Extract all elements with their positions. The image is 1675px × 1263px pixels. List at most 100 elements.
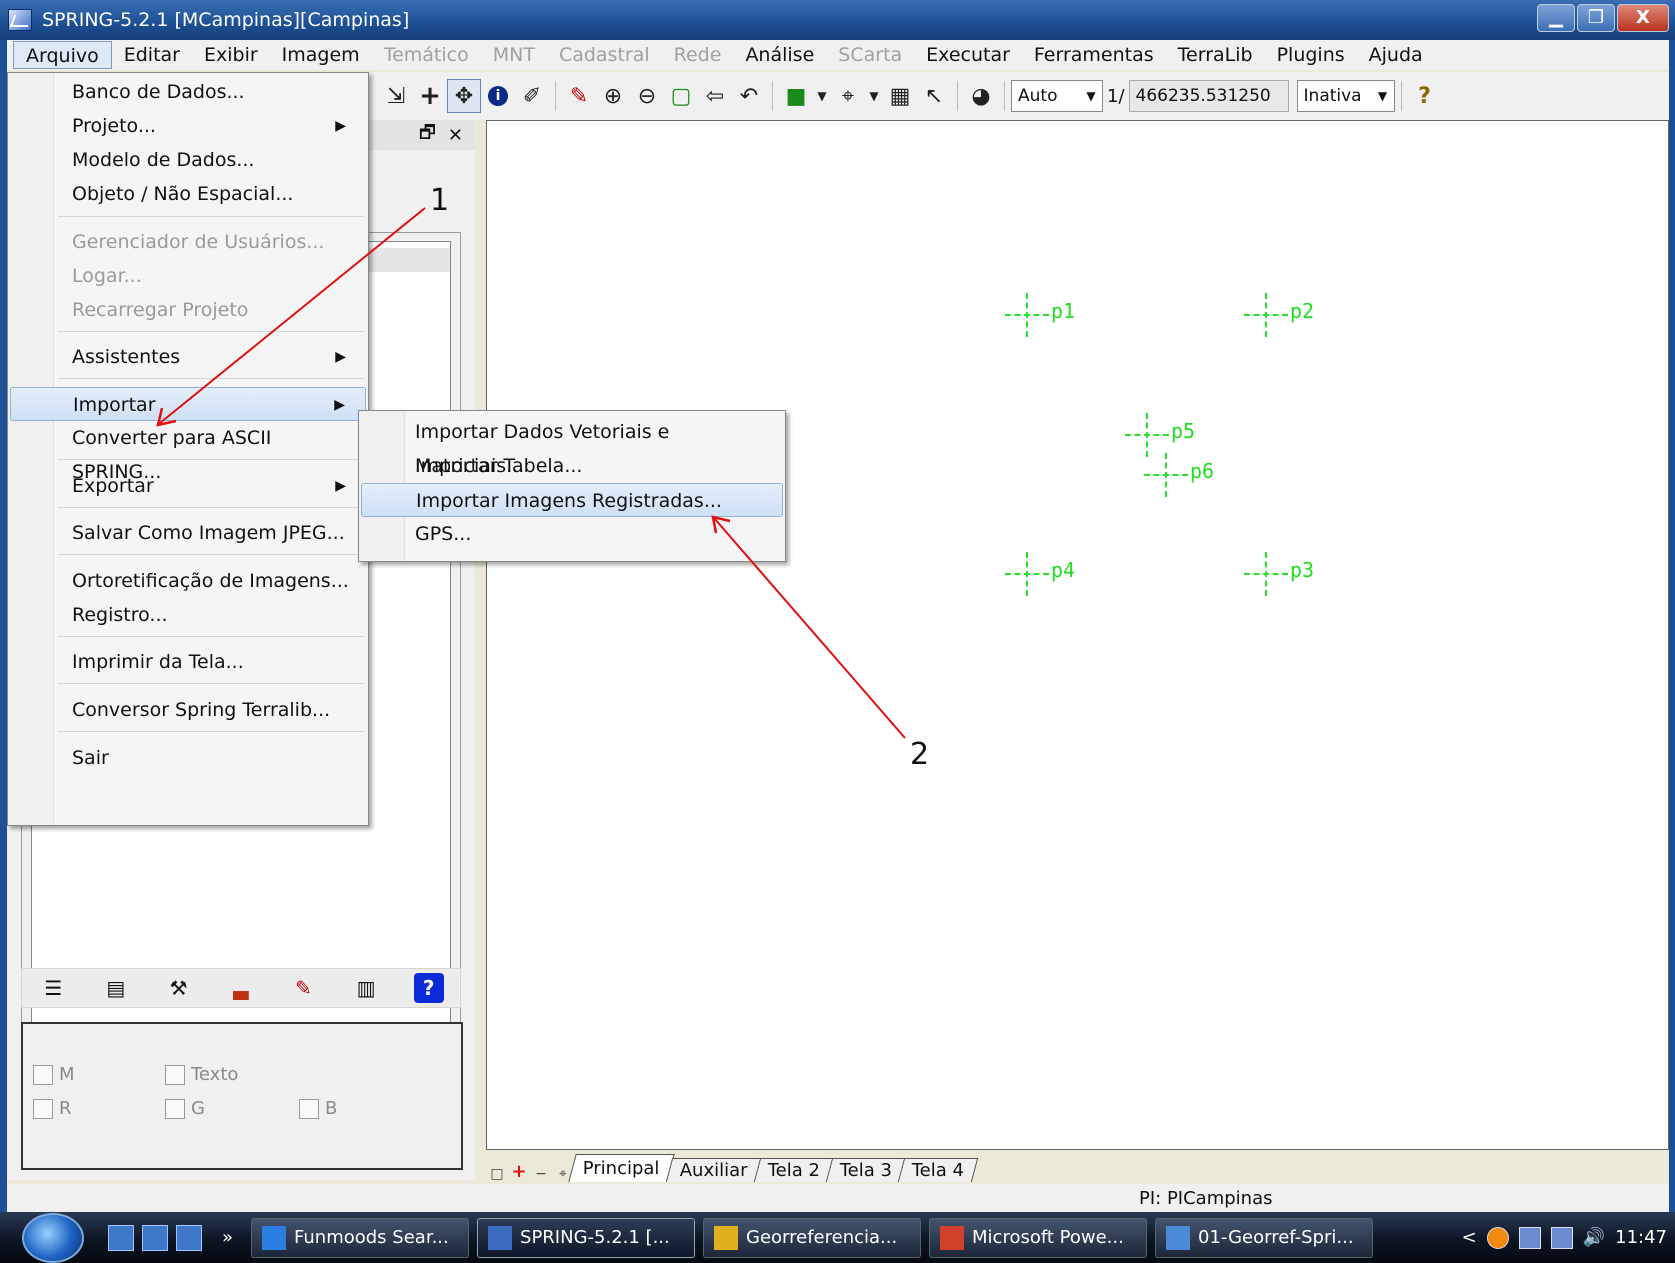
menu-executar[interactable]: Executar xyxy=(914,41,1022,69)
taskbar-button[interactable]: 01-Georref-Spri... xyxy=(1155,1217,1374,1258)
scale-field[interactable]: 466235.531250 xyxy=(1128,80,1289,112)
arquivo-menu-item[interactable]: Salvar Como Imagem JPEG... xyxy=(10,516,366,550)
menu-imagem[interactable]: Imagem xyxy=(270,41,372,69)
menu-plugins[interactable]: Plugins xyxy=(1265,41,1357,69)
add-tab-icon[interactable]: + xyxy=(508,1161,530,1182)
layers-icon[interactable]: ■ xyxy=(779,79,813,113)
taskbar-button[interactable]: SPRING-5.2.1 [... xyxy=(477,1217,696,1258)
pencil-icon[interactable]: ✎ xyxy=(289,973,319,1003)
channel-g-checkbox[interactable]: G xyxy=(165,1098,205,1119)
minimize-button[interactable]: ▁ xyxy=(1537,4,1575,32)
previous-view-icon[interactable]: ⇦ xyxy=(698,79,732,113)
importar-submenu-item[interactable]: Importar Tabela... xyxy=(361,449,783,483)
menu-arquivo[interactable]: Arquivo xyxy=(13,41,112,69)
arquivo-menu-item[interactable]: Projeto... ▶ xyxy=(10,109,366,143)
menu-analise[interactable]: Análise xyxy=(733,41,826,69)
menu-rede[interactable]: Rede xyxy=(662,41,734,69)
menu-tematico[interactable]: Temático xyxy=(372,41,481,69)
cursor-dropdown-icon[interactable]: ▼ xyxy=(865,79,883,113)
tab-tela-3[interactable]: Tela 3 xyxy=(825,1158,907,1182)
menu-exibir[interactable]: Exibir xyxy=(192,41,270,69)
importar-submenu-item[interactable]: Importar Dados Vetoriais e Matriciais... xyxy=(361,415,783,477)
arquivo-menu-item[interactable]: Imprimir da Tela... xyxy=(10,645,366,679)
importar-submenu-item[interactable]: Importar Imagens Registradas... xyxy=(361,483,783,517)
start-button[interactable] xyxy=(22,1212,84,1263)
switch-windows-icon[interactable] xyxy=(142,1224,168,1251)
checkbox-box[interactable] xyxy=(299,1098,319,1119)
control-point[interactable]: p4 xyxy=(1005,552,1075,596)
tray-expand-icon[interactable]: < xyxy=(1462,1227,1477,1248)
arquivo-menu-item[interactable]: Banco de Dados... xyxy=(10,75,366,109)
menu-terralib[interactable]: TerraLib xyxy=(1166,41,1265,69)
menu-scarta[interactable]: SCarta xyxy=(826,41,914,69)
tag-icon[interactable]: ✐ xyxy=(515,79,549,113)
tray-app-icon[interactable] xyxy=(1486,1226,1509,1249)
map-canvas[interactable]: p1 p2 p5 p6 p4 p3 xyxy=(486,120,1669,1150)
arquivo-menu-item[interactable]: Converter para ASCII SPRING... xyxy=(10,421,366,483)
remove-tab-icon[interactable]: − xyxy=(530,1166,552,1182)
arquivo-menu-item[interactable]: Sair xyxy=(10,741,366,775)
control-point[interactable]: p6 xyxy=(1144,453,1214,497)
zoom-in-icon[interactable]: ⊕ xyxy=(596,79,630,113)
checkbox-box[interactable] xyxy=(165,1064,185,1085)
table-icon[interactable]: ▤ xyxy=(101,973,131,1003)
media-player-icon[interactable] xyxy=(176,1224,202,1251)
channel-r-checkbox[interactable]: R xyxy=(33,1098,72,1119)
checkbox-box[interactable] xyxy=(165,1098,185,1119)
window-titlebar[interactable]: SPRING-5.2.1 [MCampinas][Campinas] ▁ ❐ X xyxy=(0,0,1675,40)
checkbox-box[interactable] xyxy=(33,1098,53,1119)
close-button[interactable]: X xyxy=(1617,4,1669,32)
arquivo-menu-item[interactable]: Importar ▶ xyxy=(10,387,366,421)
tab-tela-4[interactable]: Tela 4 xyxy=(897,1158,979,1182)
menu-editar[interactable]: Editar xyxy=(112,41,192,69)
control-point[interactable]: p2 xyxy=(1244,293,1314,337)
quicklaunch-more-icon[interactable]: » xyxy=(222,1227,233,1248)
clock[interactable]: 11:47 xyxy=(1615,1227,1667,1248)
arquivo-menu-item[interactable]: Exportar ▶ xyxy=(10,469,366,503)
tab-principal[interactable]: Principal xyxy=(568,1154,675,1182)
help-icon[interactable]: ? xyxy=(413,973,444,1003)
checkbox-box[interactable] xyxy=(33,1064,53,1085)
restore-tab-icon[interactable]: □ xyxy=(486,1166,508,1182)
taskbar-button[interactable]: Microsoft Powe... xyxy=(929,1217,1148,1258)
legend-icon[interactable]: ▥ xyxy=(351,973,381,1003)
channel-texto-checkbox[interactable]: Texto xyxy=(165,1064,238,1085)
palette-icon[interactable]: ◕ xyxy=(964,79,998,113)
menu-ajuda[interactable]: Ajuda xyxy=(1357,41,1435,69)
info-icon[interactable]: i xyxy=(481,79,515,113)
layers-dropdown-icon[interactable]: ▼ xyxy=(813,79,831,113)
list-icon[interactable]: ☰ xyxy=(38,973,68,1003)
network-icon[interactable] xyxy=(1550,1226,1573,1249)
taskbar-button[interactable]: Funmoods Sear... xyxy=(251,1217,470,1258)
control-point[interactable]: p3 xyxy=(1244,552,1314,596)
arquivo-menu-item[interactable]: Assistentes ▶ xyxy=(10,340,366,374)
tab-auxiliar[interactable]: Auxiliar xyxy=(665,1158,762,1182)
arquivo-menu-item[interactable]: Objeto / Não Espacial... xyxy=(10,177,366,211)
zoom-out-icon[interactable]: ⊖ xyxy=(630,79,664,113)
tab-tela-2[interactable]: Tela 2 xyxy=(753,1158,834,1182)
channel-b-checkbox[interactable]: B xyxy=(299,1098,337,1119)
zoom-area-icon[interactable]: ▢ xyxy=(664,79,698,113)
go-to-icon[interactable]: ⇲ xyxy=(379,79,413,113)
volume-icon[interactable]: 🔊 xyxy=(1583,1227,1605,1248)
arquivo-menu-item[interactable]: Ortoretificação de Imagens... xyxy=(10,564,366,598)
power-icon[interactable] xyxy=(1518,1226,1541,1249)
float-panel-icon[interactable]: 🗗 xyxy=(419,120,436,150)
taskbar-button[interactable]: Georreferencia... xyxy=(703,1217,922,1258)
maximize-button[interactable]: ❐ xyxy=(1577,4,1615,32)
arquivo-menu-item[interactable]: Conversor Spring Terralib... xyxy=(10,693,366,727)
show-desktop-icon[interactable] xyxy=(108,1224,134,1251)
crosshair-icon[interactable]: + xyxy=(413,79,447,113)
cursor-settings-icon[interactable]: ⌖ xyxy=(831,79,865,113)
undo-icon[interactable]: ↶ xyxy=(732,79,766,113)
channel-m-checkbox[interactable]: M xyxy=(33,1064,75,1085)
pencil-icon[interactable]: ✎ xyxy=(562,79,596,113)
scale-mode-select[interactable]: Auto ▼ xyxy=(1011,80,1103,112)
menu-ferramentas[interactable]: Ferramentas xyxy=(1022,41,1166,69)
close-panel-icon[interactable]: ✕ xyxy=(448,125,463,146)
control-point[interactable]: p1 xyxy=(1005,293,1075,337)
grid-icon[interactable]: ▦ xyxy=(883,79,917,113)
importar-submenu-item[interactable]: GPS... xyxy=(361,517,783,551)
arquivo-menu-item[interactable]: Registro... xyxy=(10,598,366,632)
control-point[interactable]: p5 xyxy=(1125,413,1195,457)
